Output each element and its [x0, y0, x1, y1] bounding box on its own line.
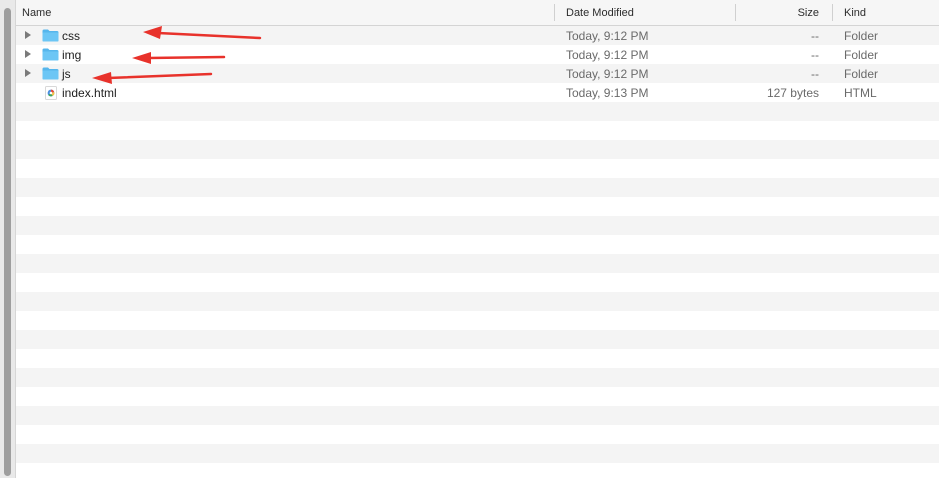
disclosure-triangle-icon[interactable]: [25, 50, 31, 58]
empty-row: [16, 216, 939, 235]
date-modified: Today, 9:12 PM: [566, 48, 649, 62]
column-header: Name Date Modified Size Kind: [16, 0, 939, 26]
list-item[interactable]: img Today, 9:12 PM -- Folder: [16, 45, 939, 64]
disclosure-triangle-icon[interactable]: [25, 31, 31, 39]
html-file-icon: [45, 86, 57, 100]
file-size: --: [811, 29, 819, 43]
file-name: css: [62, 29, 80, 43]
empty-row: [16, 349, 939, 368]
disclosure-triangle-icon[interactable]: [25, 69, 31, 77]
empty-row: [16, 273, 939, 292]
file-list: Name Date Modified Size Kind css Today, 9…: [16, 0, 939, 478]
column-header-name[interactable]: Name: [22, 0, 552, 25]
left-gutter: [0, 0, 16, 478]
empty-row: [16, 311, 939, 330]
vertical-scrollbar[interactable]: [4, 8, 11, 476]
file-name: img: [62, 48, 82, 62]
date-modified: Today, 9:13 PM: [566, 86, 649, 100]
column-header-date-modified[interactable]: Date Modified: [566, 0, 726, 25]
list-item[interactable]: css Today, 9:12 PM -- Folder: [16, 26, 939, 45]
empty-row: [16, 159, 939, 178]
column-header-kind[interactable]: Kind: [844, 0, 934, 25]
empty-row: [16, 406, 939, 425]
file-size: 127 bytes: [766, 86, 819, 100]
file-kind: Folder: [844, 48, 879, 62]
file-name: js: [62, 67, 71, 81]
empty-row: [16, 102, 939, 121]
file-kind: HTML: [844, 86, 877, 100]
column-header-size[interactable]: Size: [736, 0, 819, 25]
empty-row: [16, 121, 939, 140]
date-modified: Today, 9:12 PM: [566, 67, 649, 81]
folder-icon: [42, 67, 59, 80]
empty-row: [16, 178, 939, 197]
empty-row: [16, 254, 939, 273]
empty-row: [16, 444, 939, 463]
empty-row: [16, 197, 939, 216]
empty-row: [16, 235, 939, 254]
empty-row: [16, 463, 939, 482]
empty-row: [16, 425, 939, 444]
file-name: index.html: [62, 86, 117, 100]
empty-row: [16, 140, 939, 159]
empty-row: [16, 387, 939, 406]
folder-icon: [42, 29, 59, 42]
list-item[interactable]: js Today, 9:12 PM -- Folder: [16, 64, 939, 83]
file-kind: Folder: [844, 29, 879, 43]
date-modified: Today, 9:12 PM: [566, 29, 649, 43]
file-kind: Folder: [844, 67, 879, 81]
column-divider[interactable]: [554, 4, 555, 21]
list-item[interactable]: index.html Today, 9:13 PM 127 bytes HTML: [16, 83, 939, 102]
column-divider[interactable]: [832, 4, 833, 21]
empty-row: [16, 292, 939, 311]
empty-row: [16, 368, 939, 387]
file-size: --: [811, 48, 819, 62]
empty-row: [16, 330, 939, 349]
folder-icon: [42, 48, 59, 61]
file-size: --: [811, 67, 819, 81]
